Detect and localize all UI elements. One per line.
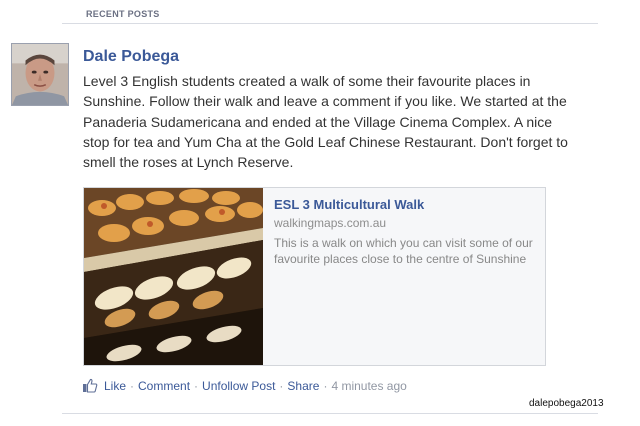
share-link[interactable]: Share [287, 379, 319, 393]
recent-posts-header: RECENT POSTS [62, 9, 598, 29]
link-thumbnail-image[interactable] [84, 188, 263, 365]
author-name-link[interactable]: Dale Pobega [83, 48, 179, 66]
author-avatar[interactable] [11, 43, 69, 106]
action-separator: · [323, 379, 328, 393]
section-title: RECENT POSTS [80, 9, 166, 19]
shared-link-card[interactable]: ESL 3 Multicultural Walk walkingmaps.com… [83, 187, 546, 366]
post-actions-bar: Like · Comment · Unfollow Post · Share ·… [82, 378, 407, 394]
watermark-text: dalepobega2013 [529, 398, 604, 409]
link-domain: walkingmaps.com.au [274, 216, 387, 230]
comment-link[interactable]: Comment [138, 379, 190, 393]
link-title[interactable]: ESL 3 Multicultural Walk [274, 197, 424, 212]
action-separator: · [279, 379, 284, 393]
post-message: Level 3 English students created a walk … [83, 73, 568, 171]
like-link[interactable]: Like [104, 379, 126, 393]
unfollow-post-link[interactable]: Unfollow Post [202, 379, 275, 393]
link-description: This is a walk on which you can visit so… [274, 236, 533, 266]
action-separator: · [194, 379, 199, 393]
bottom-divider [62, 413, 598, 414]
like-thumb-icon[interactable] [82, 378, 98, 394]
header-divider [62, 23, 598, 24]
post-timestamp[interactable]: 4 minutes ago [331, 379, 406, 393]
action-separator: · [130, 379, 135, 393]
